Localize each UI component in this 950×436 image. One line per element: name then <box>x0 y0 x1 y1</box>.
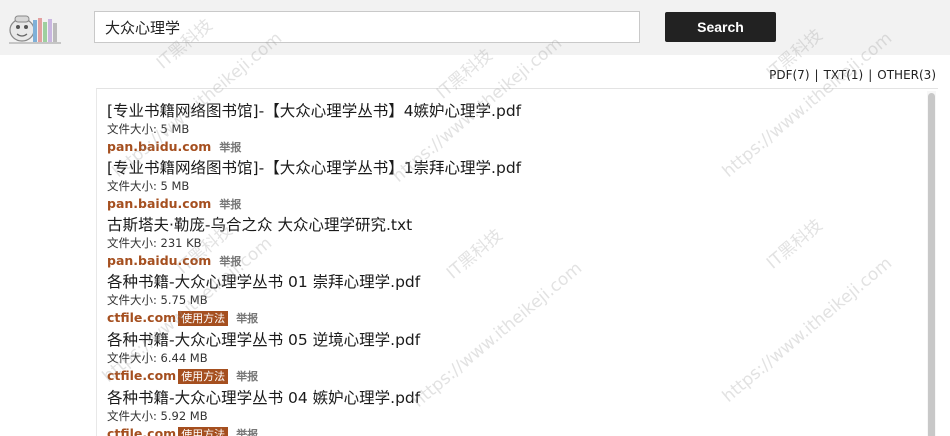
result-title-link[interactable]: 各种书籍-大众心理学丛书 01 崇拜心理学.pdf <box>107 272 420 292</box>
result-title-link[interactable]: [专业书籍网络图书馆]-【大众心理学丛书】1崇拜心理学.pdf <box>107 158 521 178</box>
source-link[interactable]: pan.baidu.com <box>107 139 211 154</box>
result-links: ctfile.com 使用方法 举报 <box>107 309 420 328</box>
usage-guide-badge[interactable]: 使用方法 <box>178 369 229 384</box>
report-link[interactable]: 举报 <box>236 370 258 383</box>
filter-pdf[interactable]: PDF(7) <box>769 68 809 82</box>
report-link[interactable]: 举报 <box>219 141 241 154</box>
result-item: 各种书籍-大众心理学丛书 04 嫉妒心理学.pdf 文件大小: 5.92 MB … <box>107 388 420 436</box>
result-item: 古斯塔夫·勒庞-乌合之众 大众心理学研究.txt 文件大小: 231 KB pa… <box>107 215 412 271</box>
source-link[interactable]: ctfile.com <box>107 368 176 383</box>
filter-separator: | <box>868 68 873 82</box>
result-item: 各种书籍-大众心理学丛书 05 逆境心理学.pdf 文件大小: 6.44 MB … <box>107 330 420 386</box>
result-title-link[interactable]: 古斯塔夫·勒庞-乌合之众 大众心理学研究.txt <box>107 215 412 235</box>
source-link[interactable]: ctfile.com <box>107 310 176 325</box>
usage-guide-badge[interactable]: 使用方法 <box>178 427 229 436</box>
results-scrollbar[interactable] <box>927 91 936 436</box>
report-link[interactable]: 举报 <box>236 312 258 325</box>
results-list: [专业书籍网络图书馆]-【大众心理学丛书】4嫉妒心理学.pdf 文件大小: 5 … <box>96 88 938 436</box>
result-links: pan.baidu.com 举报 <box>107 138 521 157</box>
result-links: pan.baidu.com 举报 <box>107 252 412 271</box>
result-title-link[interactable]: 各种书籍-大众心理学丛书 04 嫉妒心理学.pdf <box>107 388 420 408</box>
filter-txt[interactable]: TXT(1) <box>824 68 864 82</box>
result-item: [专业书籍网络图书馆]-【大众心理学丛书】1崇拜心理学.pdf 文件大小: 5 … <box>107 158 521 214</box>
scrollbar-thumb[interactable] <box>928 93 935 436</box>
filter-separator: | <box>814 68 819 82</box>
report-link[interactable]: 举报 <box>219 255 241 268</box>
file-size: 文件大小: 5 MB <box>107 122 190 136</box>
report-link[interactable]: 举报 <box>219 198 241 211</box>
result-links: ctfile.com 使用方法 举报 <box>107 425 420 436</box>
source-link[interactable]: pan.baidu.com <box>107 196 211 211</box>
result-title-link[interactable]: 各种书籍-大众心理学丛书 05 逆境心理学.pdf <box>107 330 420 350</box>
file-size: 文件大小: 6.44 MB <box>107 351 208 365</box>
search-input[interactable] <box>94 11 640 43</box>
filter-other[interactable]: OTHER(3) <box>877 68 936 82</box>
file-size: 文件大小: 5 MB <box>107 179 190 193</box>
result-title-link[interactable]: [专业书籍网络图书馆]-【大众心理学丛书】4嫉妒心理学.pdf <box>107 101 521 121</box>
file-size: 文件大小: 5.75 MB <box>107 293 208 307</box>
report-link[interactable]: 举报 <box>236 428 258 436</box>
file-size: 文件大小: 231 KB <box>107 236 202 250</box>
search-button[interactable]: Search <box>665 12 776 42</box>
result-item: [专业书籍网络图书馆]-【大众心理学丛书】4嫉妒心理学.pdf 文件大小: 5 … <box>107 101 521 157</box>
result-item: 各种书籍-大众心理学丛书 01 崇拜心理学.pdf 文件大小: 5.75 MB … <box>107 272 420 328</box>
source-link[interactable]: pan.baidu.com <box>107 253 211 268</box>
top-bar: Search <box>0 0 950 55</box>
usage-guide-badge[interactable]: 使用方法 <box>178 311 229 326</box>
result-links: ctfile.com 使用方法 举报 <box>107 367 420 386</box>
file-type-filter: PDF(7) | TXT(1) | OTHER(3) <box>769 68 936 82</box>
site-logo[interactable] <box>5 8 65 46</box>
result-links: pan.baidu.com 举报 <box>107 195 521 214</box>
source-link[interactable]: ctfile.com <box>107 426 176 436</box>
file-size: 文件大小: 5.92 MB <box>107 409 208 423</box>
